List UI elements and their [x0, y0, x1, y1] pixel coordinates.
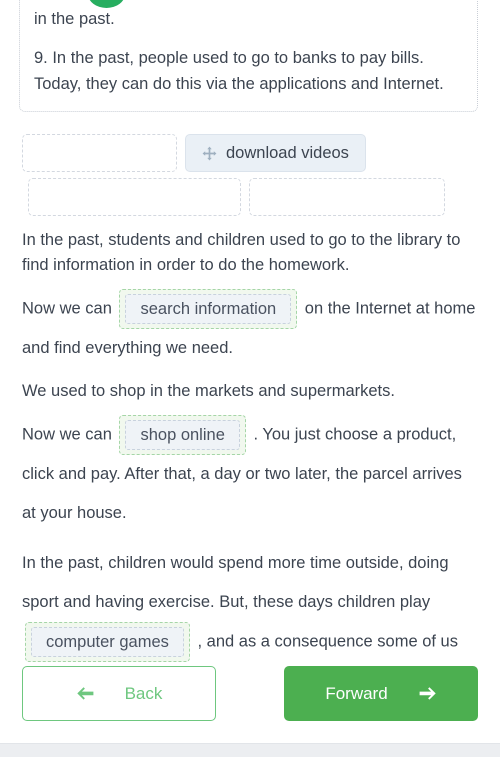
question-container: in the past. 9. In the past, people used…	[19, 0, 478, 112]
forward-button-label: Forward	[325, 683, 388, 703]
move-icon	[202, 146, 217, 161]
empty-drop-slot[interactable]	[22, 134, 177, 172]
dropzone-search-information[interactable]: search information	[119, 289, 298, 329]
arrow-left-icon	[76, 686, 95, 701]
arrow-right-icon	[418, 686, 437, 701]
paragraph-2: Now we can search information on the Int…	[22, 289, 478, 368]
paragraph-4: Now we can shop online . You just choose…	[22, 415, 478, 533]
dropzone-computer-games[interactable]: computer games	[25, 622, 190, 662]
footer-strip	[0, 743, 500, 757]
filled-answer-chip[interactable]: search information	[125, 294, 292, 324]
draggable-chip-download-videos[interactable]: download videos	[185, 134, 366, 172]
paragraph-2-before: Now we can	[22, 299, 112, 318]
back-button[interactable]: Back	[22, 666, 216, 721]
exercise-body: In the past, students and children used …	[0, 228, 500, 712]
question-line-continued: in the past.	[34, 10, 115, 28]
answer-bank-row-1: download videos	[0, 134, 500, 172]
draggable-chip-label: download videos	[226, 143, 349, 162]
lesson-page: in the past. 9. In the past, people used…	[0, 0, 500, 757]
back-button-label: Back	[124, 683, 163, 703]
empty-drop-slot[interactable]	[28, 178, 241, 216]
paragraph-3: We used to shop in the markets and super…	[22, 382, 395, 400]
question-line-9: 9. In the past, people used to go to ban…	[34, 49, 444, 93]
answer-bank: download videos	[0, 134, 500, 216]
filled-answer-chip[interactable]: shop online	[125, 420, 240, 450]
forward-button[interactable]: Forward	[284, 666, 478, 721]
paragraph-5-before: In the past, children would spend more t…	[22, 554, 449, 611]
dropzone-shop-online[interactable]: shop online	[119, 415, 246, 455]
paragraph-4-before: Now we can	[22, 425, 112, 444]
paragraph-1: In the past, students and children used …	[22, 231, 461, 274]
answer-bank-row-2	[0, 178, 500, 216]
empty-drop-slot[interactable]	[249, 178, 445, 216]
navigation-bar: Back Forward	[0, 666, 500, 721]
filled-answer-chip[interactable]: computer games	[31, 627, 184, 657]
